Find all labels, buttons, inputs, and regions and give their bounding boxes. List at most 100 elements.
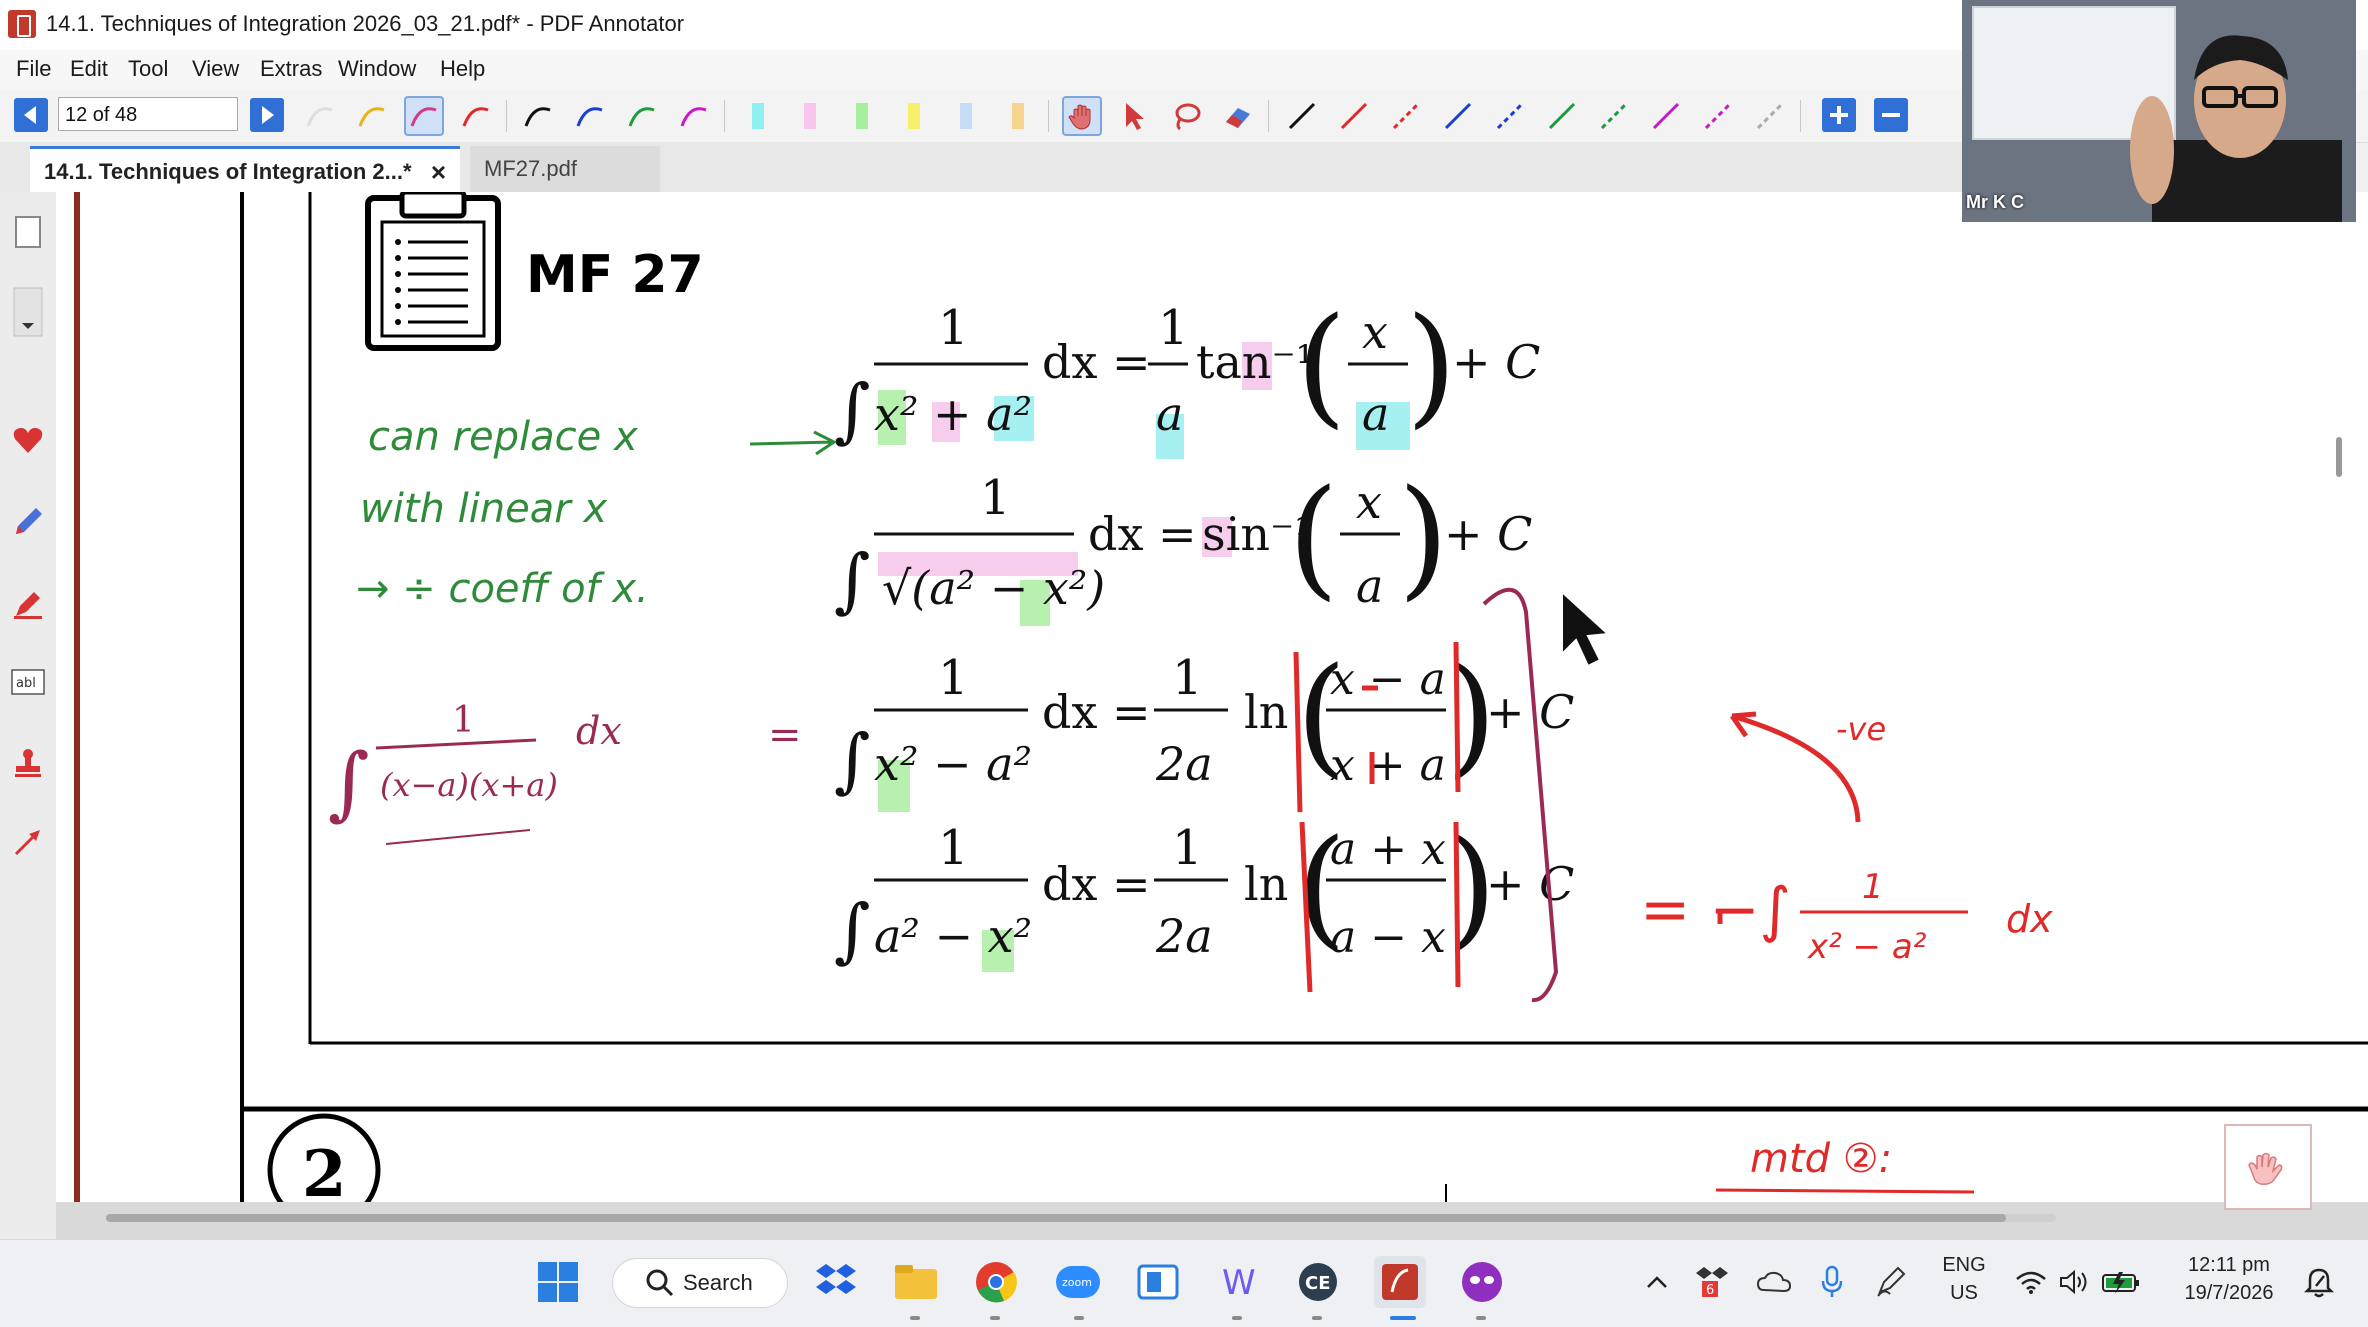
- dashed-line-magenta-tool[interactable]: [1698, 96, 1738, 136]
- tab-techniques-of-integration[interactable]: 14.1. Techniques of Integration 2...* ×: [30, 146, 460, 192]
- speaker-volume-icon[interactable]: [2054, 1256, 2096, 1308]
- menu-file[interactable]: File: [16, 56, 51, 82]
- hand-tool-icon[interactable]: [1062, 96, 1102, 136]
- highlighter-green-tool[interactable]: [842, 96, 882, 136]
- purple-dx: dx: [576, 709, 622, 753]
- green-note-line-1: can replace x: [368, 414, 638, 460]
- ce-app-icon[interactable]: CE: [1292, 1256, 1344, 1308]
- formula-4-coef-den: 2a: [1155, 909, 1213, 963]
- pen-tool-icon[interactable]: [8, 502, 48, 542]
- clock-date[interactable]: 19/7/2026: [2168, 1282, 2290, 1305]
- zoom-in-plus-icon[interactable]: [1822, 98, 1856, 132]
- highlighter-tool-icon[interactable]: [8, 584, 48, 624]
- highlighter-orange-tool[interactable]: [998, 96, 1038, 136]
- menu-edit[interactable]: Edit: [70, 56, 108, 82]
- formula-1-coef-den: a: [1156, 387, 1183, 441]
- vertical-scrollbar-thumb[interactable]: [2336, 437, 2342, 477]
- menu-tool[interactable]: Tool: [128, 56, 168, 82]
- lasso-icon[interactable]: [1166, 96, 1206, 136]
- whiteboard-app-icon[interactable]: [1132, 1256, 1184, 1308]
- horizontal-scrollbar-thumb[interactable]: [106, 1214, 2006, 1222]
- horizontal-scrollbar[interactable]: [106, 1214, 2056, 1222]
- left-tool-palette: abl: [0, 192, 56, 1239]
- pdf-annotator-taskbar-icon[interactable]: [1374, 1256, 1426, 1308]
- tab-mf27[interactable]: MF27.pdf: [470, 146, 660, 192]
- palette-scroll-down-icon[interactable]: [8, 287, 48, 337]
- onedrive-cloud-icon[interactable]: [1750, 1256, 1798, 1308]
- dashed-line-red-tool[interactable]: [1386, 96, 1426, 136]
- pen-yellow-tool[interactable]: [352, 96, 392, 136]
- select-arrow-icon[interactable]: [1114, 96, 1154, 136]
- chrome-icon[interactable]: [970, 1256, 1022, 1308]
- toolbar-separator: [1048, 100, 1049, 132]
- svg-text:W: W: [1222, 1263, 1256, 1302]
- pen-green-tool[interactable]: [622, 96, 662, 136]
- document-viewport[interactable]: MF 27 ∫ 1 x² + a² dx = 1 a tan⁻¹ (x a)…: [56, 192, 2368, 1239]
- running-indicator: [910, 1316, 920, 1320]
- line-black-tool[interactable]: [1282, 96, 1322, 136]
- pen-magenta-tool[interactable]: [674, 96, 714, 136]
- line-blue-tool[interactable]: [1438, 96, 1478, 136]
- dropbox-tray-icon[interactable]: 6: [1688, 1256, 1736, 1308]
- svg-text:∫: ∫: [834, 369, 870, 451]
- red-dx: dx: [2006, 897, 2053, 941]
- previous-page-button[interactable]: [14, 98, 48, 132]
- dropbox-icon[interactable]: [810, 1256, 862, 1308]
- menu-extras[interactable]: Extras: [260, 56, 322, 82]
- highlighter-pink-tool[interactable]: [790, 96, 830, 136]
- running-indicator: [1232, 1316, 1242, 1320]
- zoom-out-minus-icon[interactable]: [1874, 98, 1908, 132]
- arrow-tool-icon[interactable]: [8, 822, 48, 862]
- battery-charging-icon[interactable]: [2098, 1256, 2144, 1308]
- highlighter-lightblue-tool[interactable]: [946, 96, 986, 136]
- word-app-icon[interactable]: W: [1212, 1256, 1264, 1308]
- next-page-button[interactable]: [250, 98, 284, 132]
- pen-blue-tool[interactable]: [570, 96, 610, 136]
- red-num: 1: [1862, 867, 1884, 907]
- page-number-input[interactable]: 12 of 48: [58, 97, 238, 131]
- stamp-tool-icon[interactable]: [8, 742, 48, 782]
- pen-red-tool[interactable]: [456, 96, 496, 136]
- file-explorer-icon[interactable]: [890, 1256, 942, 1308]
- tab-close-icon[interactable]: ×: [431, 149, 446, 195]
- mouse-cursor-icon: [1561, 589, 1611, 668]
- show-hidden-icons-chevron-up-icon[interactable]: [1632, 1256, 1682, 1308]
- dashed-line-grey-tool[interactable]: [1750, 96, 1790, 136]
- taskbar-search-box[interactable]: Search: [612, 1258, 788, 1308]
- running-indicator: [990, 1316, 1000, 1320]
- line-green-tool[interactable]: [1542, 96, 1582, 136]
- highlighter-yellow-tool[interactable]: [894, 96, 934, 136]
- wifi-icon[interactable]: [2010, 1256, 2052, 1308]
- hand-icon: [2248, 1152, 2283, 1185]
- mask-app-icon[interactable]: [1456, 1256, 1508, 1308]
- menu-help[interactable]: Help: [440, 56, 485, 82]
- heart-favorites-icon[interactable]: [8, 420, 48, 460]
- dashed-line-blue-tool[interactable]: [1490, 96, 1530, 136]
- eraser-icon[interactable]: [1218, 96, 1258, 136]
- clipboard-icon: [365, 192, 501, 351]
- formula-4-arg-num: a + x: [1330, 824, 1446, 875]
- language-indicator-line2[interactable]: US: [1936, 1282, 1992, 1305]
- pen-black-tool[interactable]: [518, 96, 558, 136]
- pen-pink-tool[interactable]: [404, 96, 444, 136]
- pen-tray-icon[interactable]: [1866, 1256, 1914, 1308]
- text-box-icon[interactable]: abl: [8, 662, 48, 702]
- zoom-icon[interactable]: zoom: [1052, 1256, 1104, 1308]
- floating-hand-tool-button[interactable]: [2224, 1124, 2312, 1210]
- svg-text:∫: ∫: [834, 539, 870, 621]
- page-thumbnail-icon[interactable]: [8, 212, 48, 252]
- dashed-line-green-tool[interactable]: [1594, 96, 1634, 136]
- clock-time[interactable]: 12:11 pm: [2168, 1254, 2290, 1277]
- microphone-icon[interactable]: [1808, 1256, 1856, 1308]
- highlighter-cyan-tool[interactable]: [738, 96, 778, 136]
- menu-view[interactable]: View: [192, 56, 239, 82]
- pen-white-tool[interactable]: [300, 96, 340, 136]
- language-indicator-line1[interactable]: ENG: [1936, 1254, 1992, 1277]
- menu-window[interactable]: Window: [338, 56, 416, 82]
- webcam-presenter: [2130, 35, 2342, 222]
- red-method-2: mtd ②:: [1750, 1136, 1892, 1182]
- notification-bell-icon[interactable]: [2296, 1256, 2342, 1308]
- line-red-tool[interactable]: [1334, 96, 1374, 136]
- start-button-windows-icon[interactable]: [532, 1256, 584, 1308]
- line-magenta-tool[interactable]: [1646, 96, 1686, 136]
